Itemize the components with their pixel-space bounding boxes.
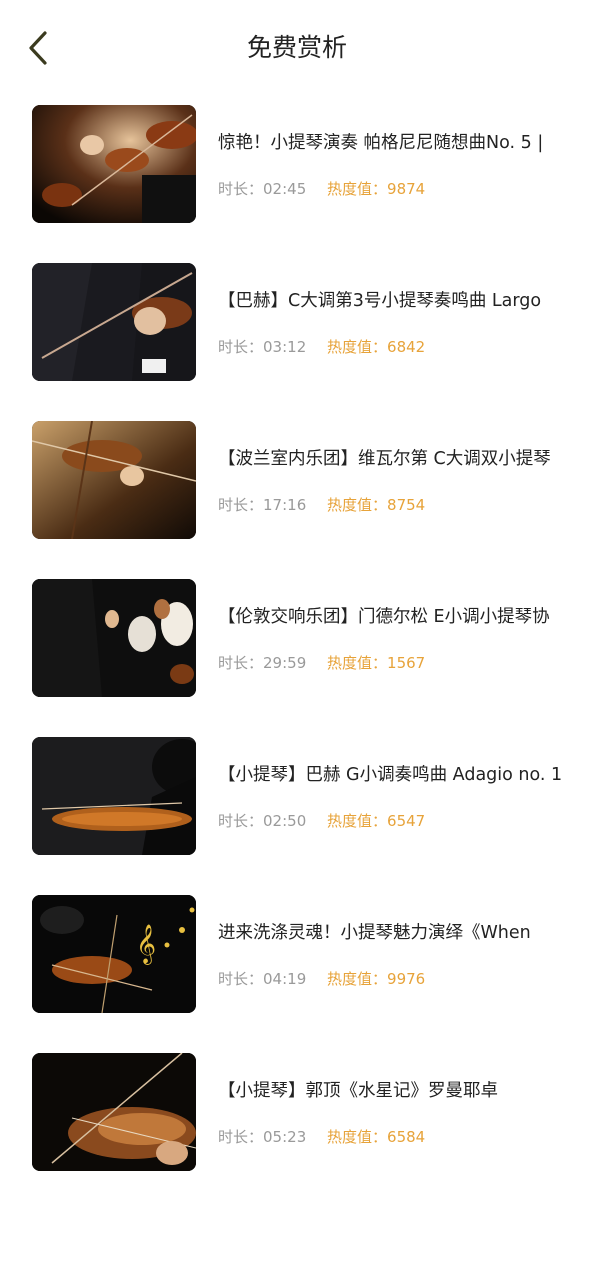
video-thumbnail xyxy=(32,579,196,697)
video-list: 惊艳！小提琴演奏 帕格尼尼随想曲No. 5 | 时长：02:45 热度值：987… xyxy=(0,105,594,1211)
heat-value: 8754 xyxy=(387,496,426,514)
video-thumbnail: 𝄞 xyxy=(32,895,196,1013)
svg-text:𝄞: 𝄞 xyxy=(136,924,156,965)
video-thumbnail xyxy=(32,421,196,539)
video-list-item[interactable]: 【小提琴】巴赫 G小调奏鸣曲 Adagio no. 1 时长：02:50 热度值… xyxy=(0,737,594,855)
video-list-item[interactable]: 𝄞 进来洗涤灵魂！小提琴魅力演绎《When 时长：04:19 热度值：9976 xyxy=(0,895,594,1013)
heat-label: 热度值： xyxy=(327,338,388,356)
video-list-item[interactable]: 【巴赫】C大调第3号小提琴奏鸣曲 Largo 时长：03:12 热度值：6842 xyxy=(0,263,594,381)
video-title: 【巴赫】C大调第3号小提琴奏鸣曲 Largo xyxy=(218,291,542,311)
heat-value: 1567 xyxy=(387,654,426,672)
video-title: 惊艳！小提琴演奏 帕格尼尼随想曲No. 5 | xyxy=(218,133,544,153)
video-meta: 时长：04:19 热度值：9976 xyxy=(218,967,425,991)
duration-value: 17:16 xyxy=(263,496,307,514)
duration-label: 时长： xyxy=(218,1128,264,1146)
duration-value: 29:59 xyxy=(263,654,307,672)
heat-label: 热度值： xyxy=(327,1128,388,1146)
duration-value: 02:45 xyxy=(263,180,307,198)
heat-value: 9874 xyxy=(387,180,426,198)
duration-value: 03:12 xyxy=(263,338,307,356)
video-title: 【波兰室内乐团】维瓦尔第 C大调双小提琴 xyxy=(218,449,551,469)
duration-label: 时长： xyxy=(218,970,264,988)
heat-value: 6584 xyxy=(387,1128,426,1146)
heat-value: 9976 xyxy=(387,970,426,988)
duration-value: 02:50 xyxy=(263,812,307,830)
heat-label: 热度值： xyxy=(327,812,388,830)
heat-label: 热度值： xyxy=(327,180,388,198)
app-header: 免费赏析 xyxy=(0,0,594,96)
video-title: 【伦敦交响乐团】门德尔松 E小调小提琴协 xyxy=(218,607,550,627)
video-meta: 时长：03:12 热度值：6842 xyxy=(218,335,425,359)
heat-label: 热度值： xyxy=(327,496,388,514)
video-title: 进来洗涤灵魂！小提琴魅力演绎《When xyxy=(218,923,531,943)
duration-label: 时长： xyxy=(218,338,264,356)
duration-label: 时长： xyxy=(218,812,264,830)
video-meta: 时长：17:16 热度值：8754 xyxy=(218,493,425,517)
heat-value: 6842 xyxy=(387,338,426,356)
duration-label: 时长： xyxy=(218,654,264,672)
video-meta: 时长：05:23 热度值：6584 xyxy=(218,1125,425,1149)
duration-label: 时长： xyxy=(218,180,264,198)
video-list-item[interactable]: 【波兰室内乐团】维瓦尔第 C大调双小提琴 时长：17:16 热度值：8754 xyxy=(0,421,594,539)
video-thumbnail xyxy=(32,105,196,223)
video-thumbnail xyxy=(32,1053,196,1171)
video-list-item[interactable]: 【伦敦交响乐团】门德尔松 E小调小提琴协 时长：29:59 热度值：1567 xyxy=(0,579,594,697)
video-title: 【小提琴】郭顶《水星记》罗曼耶卓 xyxy=(218,1081,498,1101)
heat-value: 6547 xyxy=(387,812,426,830)
heat-label: 热度值： xyxy=(327,970,388,988)
video-thumbnail xyxy=(32,737,196,855)
video-list-item[interactable]: 惊艳！小提琴演奏 帕格尼尼随想曲No. 5 | 时长：02:45 热度值：987… xyxy=(0,105,594,223)
video-title: 【小提琴】巴赫 G小调奏鸣曲 Adagio no. 1 xyxy=(218,765,563,785)
duration-label: 时长： xyxy=(218,496,264,514)
duration-value: 05:23 xyxy=(263,1128,307,1146)
video-thumbnail xyxy=(32,263,196,381)
video-list-item[interactable]: 【小提琴】郭顶《水星记》罗曼耶卓 时长：05:23 热度值：6584 xyxy=(0,1053,594,1171)
video-meta: 时长：29:59 热度值：1567 xyxy=(218,651,425,675)
duration-value: 04:19 xyxy=(263,970,307,988)
video-meta: 时长：02:50 热度值：6547 xyxy=(218,809,425,833)
video-meta: 时长：02:45 热度值：9874 xyxy=(218,177,425,201)
page-title: 免费赏析 xyxy=(246,33,347,62)
heat-label: 热度值： xyxy=(327,654,388,672)
